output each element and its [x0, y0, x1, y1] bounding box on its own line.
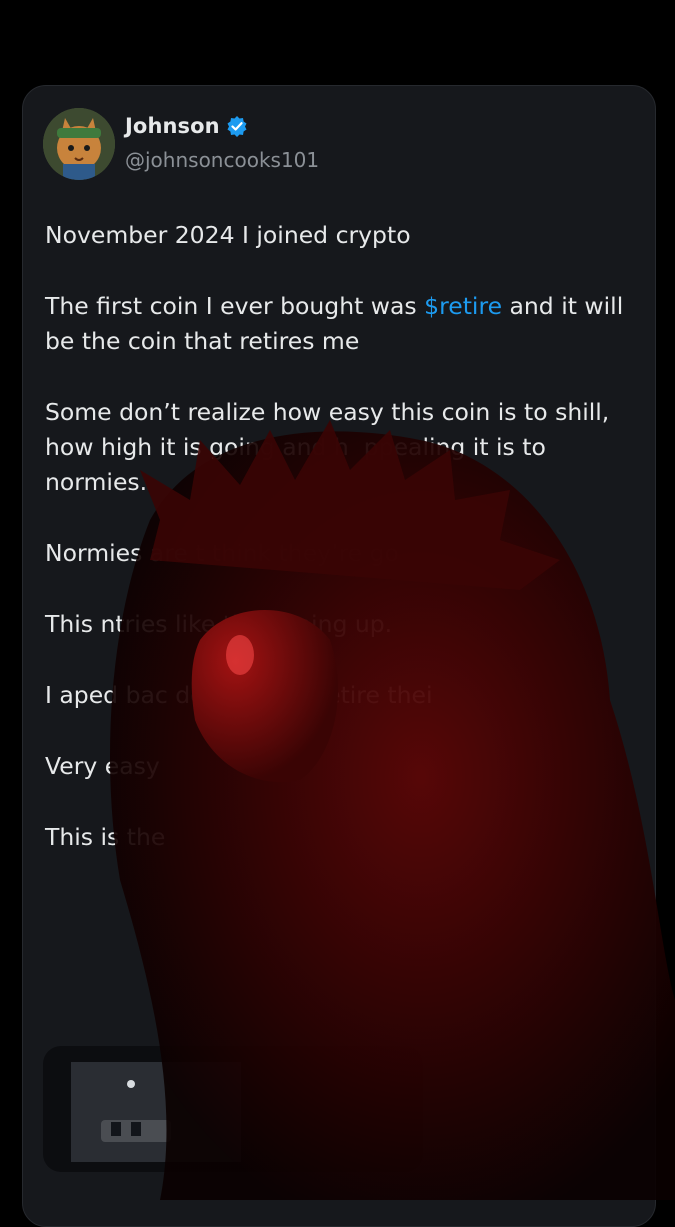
- tweet-paragraph-4: Normies are t think they’re go: [45, 536, 637, 571]
- tweet-media[interactable]: [43, 1046, 423, 1172]
- cat-avatar-image: [43, 108, 115, 180]
- author-handle[interactable]: @johnsoncooks101: [125, 148, 319, 172]
- tweet-text: November 2024 I joined crypto The first …: [45, 218, 637, 891]
- avatar[interactable]: [43, 108, 115, 180]
- paragraph-text: November 2024 I joined crypto: [45, 221, 411, 249]
- tweet-header: Johnson @johnsoncooks101: [43, 108, 603, 180]
- paragraph-text: t think they’re go: [195, 539, 399, 567]
- tweet-paragraph-8: This is the: [45, 820, 637, 855]
- paragraph-text: ntries like thi coming up.: [100, 610, 393, 638]
- tweet-paragraph-3: Some don’t realize how easy this coin is…: [45, 395, 637, 500]
- tweet-paragraph-5: This ntries like thi coming up.: [45, 607, 637, 642]
- cashtag-link[interactable]: $retire: [424, 292, 502, 320]
- paragraph-text: The first coin I ever bought was: [45, 292, 425, 320]
- tweet-paragraph-2: The first coin I ever bought was $retire…: [45, 289, 637, 359]
- tweet-paragraph-6: I aped bac describes o retire thei: [45, 678, 637, 713]
- tweet-paragraph-7: Very easy: [45, 749, 637, 784]
- paragraph-text: This is the: [45, 823, 166, 851]
- verified-badge-icon: [226, 115, 248, 137]
- paragraph-text: I aped bac: [45, 681, 168, 709]
- paragraph-text: Very easy: [45, 752, 160, 780]
- author-name-row: Johnson: [125, 114, 248, 138]
- tweet-paragraph-1: November 2024 I joined crypto: [45, 218, 637, 253]
- media-thumbnail[interactable]: [71, 1062, 241, 1162]
- media-thumbnail-image: [71, 1062, 241, 1162]
- paragraph-text: This: [45, 610, 94, 638]
- paragraph-text: Normies are: [45, 539, 188, 567]
- author-name[interactable]: Johnson: [125, 114, 220, 138]
- paragraph-text: describes o retire thei: [175, 681, 433, 709]
- tweet-card[interactable]: Johnson @johnsoncooks101 November 2024 I…: [22, 85, 656, 1227]
